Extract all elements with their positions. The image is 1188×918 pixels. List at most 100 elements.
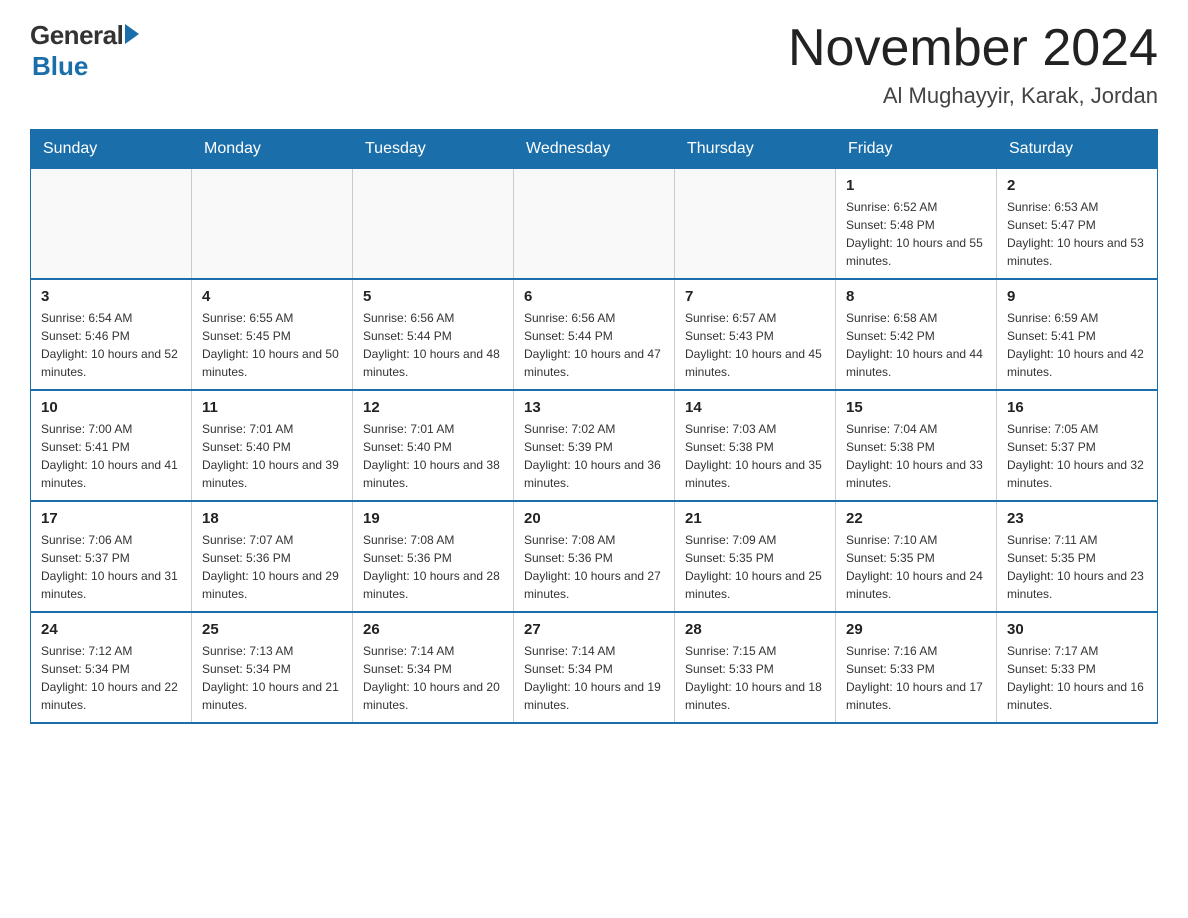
calendar-cell: 30 Sunrise: 7:17 AMSunset: 5:33 PMDayligh… — [997, 612, 1158, 723]
day-info: Sunrise: 6:54 AMSunset: 5:46 PMDaylight:… — [41, 309, 181, 381]
day-number: 19 — [363, 510, 503, 527]
day-info: Sunrise: 7:04 AMSunset: 5:38 PMDaylight:… — [846, 420, 986, 492]
day-number: 9 — [1007, 288, 1147, 305]
day-number: 13 — [524, 399, 664, 416]
calendar-week-row: 10Sunrise: 7:00 AMSunset: 5:41 PMDayligh… — [31, 390, 1158, 501]
calendar-cell: 23Sunrise: 7:11 AMSunset: 5:35 PMDayligh… — [997, 501, 1158, 612]
day-number: 2 — [1007, 177, 1147, 194]
calendar-cell — [31, 169, 192, 280]
day-info: Sunrise: 7:14 AMSunset: 5:34 PMDaylight:… — [363, 642, 503, 714]
calendar-cell: 4 Sunrise: 6:55 AMSunset: 5:45 PMDaylight… — [192, 279, 353, 390]
day-number: 1 — [846, 177, 986, 194]
logo-arrow-icon — [125, 24, 139, 44]
day-number: 18 — [202, 510, 342, 527]
logo-blue-text: Blue — [32, 51, 88, 81]
header-cell-thursday: Thursday — [675, 130, 836, 169]
day-info: Sunrise: 7:06 AMSunset: 5:37 PMDaylight:… — [41, 531, 181, 603]
calendar-cell: 14Sunrise: 7:03 AMSunset: 5:38 PMDayligh… — [675, 390, 836, 501]
header-cell-friday: Friday — [836, 130, 997, 169]
calendar-cell: 1 Sunrise: 6:52 AMSunset: 5:48 PMDaylight… — [836, 169, 997, 280]
calendar-cell: 22 Sunrise: 7:10 AMSunset: 5:35 PMDayligh… — [836, 501, 997, 612]
day-info: Sunrise: 6:52 AMSunset: 5:48 PMDaylight:… — [846, 198, 986, 270]
day-number: 6 — [524, 288, 664, 305]
calendar-cell: 12 Sunrise: 7:01 AMSunset: 5:40 PMDayligh… — [353, 390, 514, 501]
calendar-cell: 2 Sunrise: 6:53 AMSunset: 5:47 PMDaylight… — [997, 169, 1158, 280]
day-info: Sunrise: 6:53 AMSunset: 5:47 PMDaylight:… — [1007, 198, 1147, 270]
calendar-cell — [353, 169, 514, 280]
day-number: 15 — [846, 399, 986, 416]
calendar-cell: 17 Sunrise: 7:06 AMSunset: 5:37 PMDayligh… — [31, 501, 192, 612]
day-number: 22 — [846, 510, 986, 527]
day-number: 7 — [685, 288, 825, 305]
day-info: Sunrise: 7:03 AMSunset: 5:38 PMDaylight:… — [685, 420, 825, 492]
calendar-table: SundayMondayTuesdayWednesdayThursdayFrid… — [30, 129, 1158, 724]
day-number: 12 — [363, 399, 503, 416]
day-number: 30 — [1007, 621, 1147, 638]
day-info: Sunrise: 7:02 AMSunset: 5:39 PMDaylight:… — [524, 420, 664, 492]
day-info: Sunrise: 7:10 AMSunset: 5:35 PMDaylight:… — [846, 531, 986, 603]
day-number: 24 — [41, 621, 181, 638]
day-info: Sunrise: 7:00 AMSunset: 5:41 PMDaylight:… — [41, 420, 181, 492]
day-number: 28 — [685, 621, 825, 638]
calendar-cell: 24 Sunrise: 7:12 AMSunset: 5:34 PMDayligh… — [31, 612, 192, 723]
day-info: Sunrise: 7:12 AMSunset: 5:34 PMDaylight:… — [41, 642, 181, 714]
day-info: Sunrise: 7:11 AMSunset: 5:35 PMDaylight:… — [1007, 531, 1147, 603]
calendar-cell: 28 Sunrise: 7:15 AMSunset: 5:33 PMDayligh… — [675, 612, 836, 723]
calendar-cell: 27 Sunrise: 7:14 AMSunset: 5:34 PMDayligh… — [514, 612, 675, 723]
header-cell-tuesday: Tuesday — [353, 130, 514, 169]
header-cell-saturday: Saturday — [997, 130, 1158, 169]
day-number: 27 — [524, 621, 664, 638]
day-info: Sunrise: 7:05 AMSunset: 5:37 PMDaylight:… — [1007, 420, 1147, 492]
day-number: 17 — [41, 510, 181, 527]
day-info: Sunrise: 6:59 AMSunset: 5:41 PMDaylight:… — [1007, 309, 1147, 381]
calendar-cell: 9 Sunrise: 6:59 AMSunset: 5:41 PMDaylight… — [997, 279, 1158, 390]
calendar-cell — [192, 169, 353, 280]
day-info: Sunrise: 6:57 AMSunset: 5:43 PMDaylight:… — [685, 309, 825, 381]
day-info: Sunrise: 7:14 AMSunset: 5:34 PMDaylight:… — [524, 642, 664, 714]
day-number: 16 — [1007, 399, 1147, 416]
calendar-cell: 19 Sunrise: 7:08 AMSunset: 5:36 PMDayligh… — [353, 501, 514, 612]
day-number: 26 — [363, 621, 503, 638]
day-info: Sunrise: 7:08 AMSunset: 5:36 PMDaylight:… — [363, 531, 503, 603]
day-info: Sunrise: 6:56 AMSunset: 5:44 PMDaylight:… — [524, 309, 664, 381]
day-info: Sunrise: 7:01 AMSunset: 5:40 PMDaylight:… — [363, 420, 503, 492]
calendar-cell: 15 Sunrise: 7:04 AMSunset: 5:38 PMDayligh… — [836, 390, 997, 501]
header-cell-wednesday: Wednesday — [514, 130, 675, 169]
day-info: Sunrise: 6:55 AMSunset: 5:45 PMDaylight:… — [202, 309, 342, 381]
calendar-cell: 10Sunrise: 7:00 AMSunset: 5:41 PMDayligh… — [31, 390, 192, 501]
day-info: Sunrise: 7:17 AMSunset: 5:33 PMDaylight:… — [1007, 642, 1147, 714]
logo: General Blue — [30, 20, 139, 82]
calendar-cell: 3 Sunrise: 6:54 AMSunset: 5:46 PMDaylight… — [31, 279, 192, 390]
calendar-cell: 29Sunrise: 7:16 AMSunset: 5:33 PMDayligh… — [836, 612, 997, 723]
day-number: 3 — [41, 288, 181, 305]
calendar-week-row: 17 Sunrise: 7:06 AMSunset: 5:37 PMDayligh… — [31, 501, 1158, 612]
day-number: 8 — [846, 288, 986, 305]
calendar-cell: 6 Sunrise: 6:56 AMSunset: 5:44 PMDaylight… — [514, 279, 675, 390]
header-cell-monday: Monday — [192, 130, 353, 169]
day-number: 25 — [202, 621, 342, 638]
month-title: November 2024 — [788, 20, 1158, 77]
calendar-cell — [514, 169, 675, 280]
location-title: Al Mughayyir, Karak, Jordan — [788, 83, 1158, 109]
calendar-cell — [675, 169, 836, 280]
calendar-cell: 18Sunrise: 7:07 AMSunset: 5:36 PMDayligh… — [192, 501, 353, 612]
day-info: Sunrise: 7:15 AMSunset: 5:33 PMDaylight:… — [685, 642, 825, 714]
day-number: 4 — [202, 288, 342, 305]
title-area: November 2024 Al Mughayyir, Karak, Jorda… — [788, 20, 1158, 109]
calendar-cell: 13 Sunrise: 7:02 AMSunset: 5:39 PMDayligh… — [514, 390, 675, 501]
header: General Blue November 2024 Al Mughayyir,… — [30, 20, 1158, 109]
calendar-cell: 21Sunrise: 7:09 AMSunset: 5:35 PMDayligh… — [675, 501, 836, 612]
calendar-cell: 11Sunrise: 7:01 AMSunset: 5:40 PMDayligh… — [192, 390, 353, 501]
header-cell-sunday: Sunday — [31, 130, 192, 169]
logo-general-text: General — [30, 20, 123, 51]
day-info: Sunrise: 6:56 AMSunset: 5:44 PMDaylight:… — [363, 309, 503, 381]
day-number: 11 — [202, 399, 342, 416]
calendar-week-row: 24 Sunrise: 7:12 AMSunset: 5:34 PMDayligh… — [31, 612, 1158, 723]
calendar-header-row: SundayMondayTuesdayWednesdayThursdayFrid… — [31, 130, 1158, 169]
calendar-week-row: 3 Sunrise: 6:54 AMSunset: 5:46 PMDaylight… — [31, 279, 1158, 390]
day-number: 21 — [685, 510, 825, 527]
day-info: Sunrise: 7:08 AMSunset: 5:36 PMDaylight:… — [524, 531, 664, 603]
day-info: Sunrise: 7:13 AMSunset: 5:34 PMDaylight:… — [202, 642, 342, 714]
calendar-cell: 7 Sunrise: 6:57 AMSunset: 5:43 PMDaylight… — [675, 279, 836, 390]
calendar-cell: 16 Sunrise: 7:05 AMSunset: 5:37 PMDayligh… — [997, 390, 1158, 501]
